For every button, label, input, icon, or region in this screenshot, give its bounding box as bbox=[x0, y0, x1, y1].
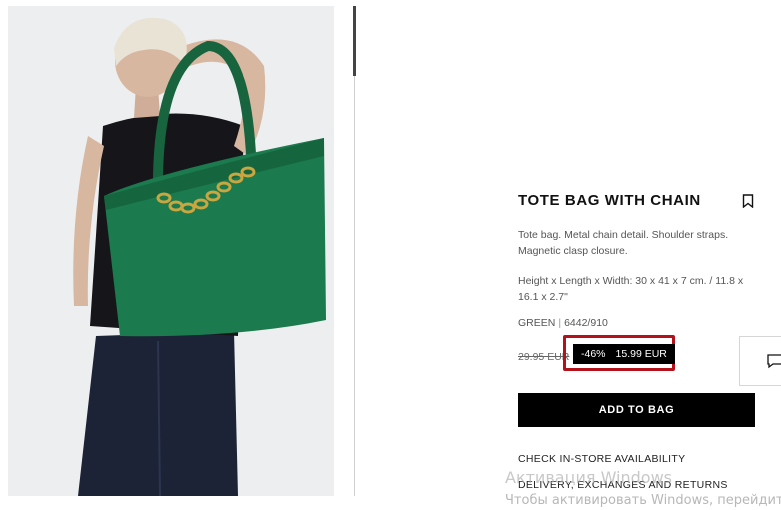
product-description: Tote bag. Metal chain detail. Shoulder s… bbox=[518, 229, 729, 257]
product-image[interactable] bbox=[8, 6, 334, 496]
price-row: 29.95 EUR -46% 15.99 EUR bbox=[518, 335, 758, 371]
delivery-returns-link[interactable]: DELIVERY, EXCHANGES AND RETURNS bbox=[518, 479, 758, 491]
product-ref: 6442/910 bbox=[564, 317, 608, 329]
add-to-bag-button[interactable]: ADD TO BAG bbox=[518, 393, 755, 427]
old-price: 29.95 EUR bbox=[518, 351, 570, 363]
sale-price: 15.99 EUR bbox=[615, 348, 667, 360]
title-row: TOTE BAG WITH CHAIN bbox=[518, 192, 758, 209]
bookmark-icon[interactable] bbox=[742, 193, 754, 208]
product-color: GREEN bbox=[518, 317, 556, 329]
chat-icon bbox=[767, 354, 781, 369]
product-info-panel: TOTE BAG WITH CHAIN Tote bag. Metal chai… bbox=[518, 192, 758, 491]
sale-price-badge: -46% 15.99 EUR bbox=[573, 344, 675, 364]
windows-activation-text: Чтобы активировать Windows, перейдите bbox=[505, 493, 781, 508]
scrollbar-thumb[interactable] bbox=[353, 6, 356, 76]
image-divider bbox=[354, 6, 355, 496]
color-reference: GREEN | 6442/910 bbox=[518, 317, 608, 329]
model-with-bag-illustration bbox=[8, 6, 334, 496]
check-store-availability-link[interactable]: CHECK IN-STORE AVAILABILITY bbox=[518, 453, 758, 465]
product-dimensions: Height x Length x Width: 30 x 41 x 7 cm.… bbox=[518, 275, 744, 303]
discount-percent: -46% bbox=[581, 348, 606, 360]
product-title: TOTE BAG WITH CHAIN bbox=[518, 192, 701, 209]
chat-button[interactable] bbox=[739, 336, 781, 386]
